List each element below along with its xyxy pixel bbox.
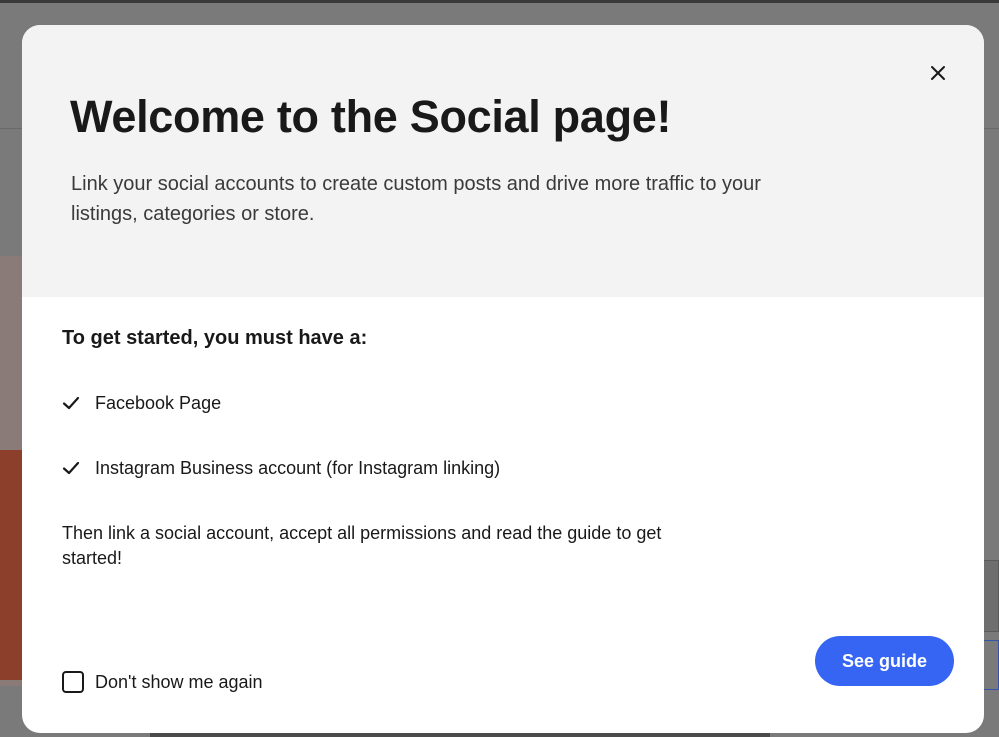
instructions-text: Then link a social account, accept all p… — [62, 523, 662, 568]
requirements-heading: To get started, you must have a: — [62, 327, 368, 349]
requirement-facebook-page: Facebook Page — [62, 390, 500, 416]
see-guide-button[interactable]: See guide — [815, 636, 954, 686]
requirement-label: Instagram Business account (for Instagra… — [95, 457, 501, 478]
dont-show-again-option[interactable]: Don't show me again — [62, 671, 263, 693]
dialog-title: Welcome to the Social page! — [70, 91, 672, 142]
dialog-subtitle: Link your social accounts to create cust… — [71, 173, 761, 225]
dialog-header: Welcome to the Social page! Link your so… — [22, 25, 984, 297]
requirements-list: Facebook Page Instagram Business account… — [62, 390, 500, 520]
background-image — [0, 450, 22, 680]
requirement-label: Facebook Page — [95, 392, 222, 413]
welcome-dialog: Welcome to the Social page! Link your so… — [22, 25, 984, 733]
dont-show-again-label: Don't show me again — [95, 671, 263, 692]
close-icon — [931, 66, 945, 80]
close-button[interactable] — [924, 59, 952, 87]
dont-show-again-checkbox[interactable] — [62, 671, 84, 693]
check-icon — [62, 461, 80, 475]
requirement-instagram-business: Instagram Business account (for Instagra… — [62, 455, 500, 481]
check-icon — [62, 396, 80, 410]
browser-top-edge — [0, 0, 999, 3]
